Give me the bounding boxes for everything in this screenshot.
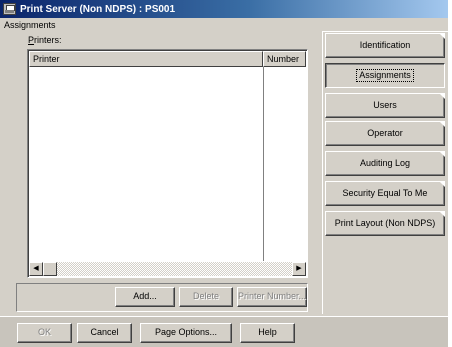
printers-label: Printers: [28, 35, 62, 45]
delete-button[interactable]: Delete [179, 287, 233, 307]
window-edge [448, 0, 452, 347]
page-options-button[interactable]: Page Options... [140, 323, 232, 343]
tab-security-equal-to-me[interactable]: Security Equal To Me [325, 181, 445, 206]
section-label: Assignments [4, 20, 56, 30]
tab-assignments-label: Assignments [356, 69, 414, 82]
scroll-left-icon[interactable]: ◀ [29, 262, 43, 276]
tab-users[interactable]: Users [325, 93, 445, 118]
column-header-printer[interactable]: Printer [29, 51, 263, 67]
tab-print-layout-label: Print Layout (Non NDPS) [334, 218, 436, 228]
print-server-icon [3, 3, 16, 15]
tab-assignments[interactable]: Assignments [325, 63, 445, 88]
tab-auditing-log-label: Auditing Log [359, 158, 411, 168]
printers-list[interactable]: Printer Number ◀ ▶ [27, 49, 308, 278]
tab-auditing-log[interactable]: Auditing Log [325, 151, 445, 176]
scroll-thumb[interactable] [43, 262, 57, 276]
ok-button[interactable]: OK [17, 323, 72, 343]
tab-security-equal-to-me-label: Security Equal To Me [342, 188, 428, 198]
add-button[interactable]: Add... [115, 287, 175, 307]
title-bar: Print Server (Non NDPS) : PS001 [0, 0, 452, 18]
column-separator [263, 67, 264, 261]
help-button[interactable]: Help [240, 323, 295, 343]
tab-identification-label: Identification [359, 40, 411, 50]
list-header: Printer Number [29, 51, 306, 67]
window-title: Print Server (Non NDPS) : PS001 [20, 3, 176, 15]
printer-number-button[interactable]: Printer Number... [237, 287, 307, 307]
dialog-footer: OK Cancel Page Options... Help [0, 316, 452, 347]
tab-users-label: Users [373, 100, 397, 110]
tab-identification[interactable]: Identification [325, 33, 445, 58]
tab-operator[interactable]: Operator [325, 121, 445, 146]
tab-operator-label: Operator [367, 128, 403, 138]
horizontal-scrollbar[interactable]: ◀ ▶ [29, 262, 306, 276]
tab-print-layout[interactable]: Print Layout (Non NDPS) [325, 211, 445, 236]
cancel-button[interactable]: Cancel [77, 323, 132, 343]
column-header-number[interactable]: Number [263, 51, 306, 67]
printers-label-text: rinters: [34, 35, 62, 45]
list-buttons-group: Add... Delete Printer Number... [16, 283, 308, 312]
scroll-right-icon[interactable]: ▶ [292, 262, 306, 276]
